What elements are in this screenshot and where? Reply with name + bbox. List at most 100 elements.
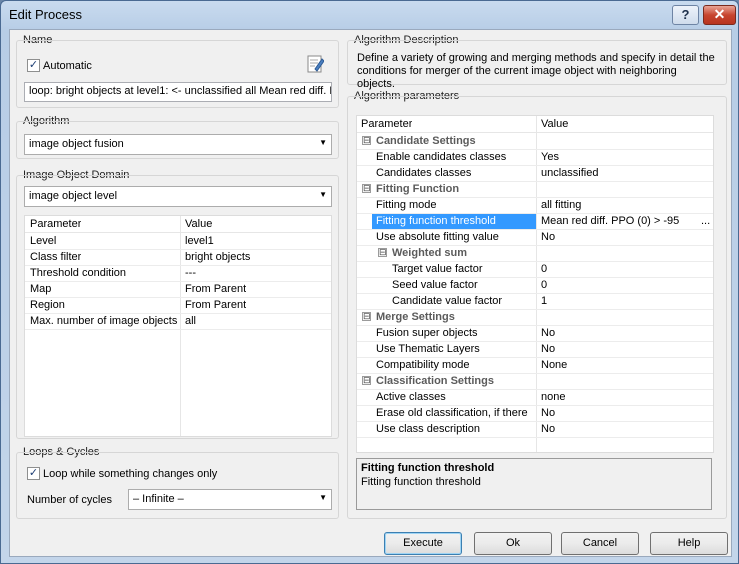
- row-parameter: Active classes: [376, 391, 446, 403]
- algorithm-description: Define a variety of growing and merging …: [357, 52, 715, 90]
- table-row[interactable]: Region From Parent: [25, 298, 331, 314]
- category-label: Candidate Settings: [376, 135, 476, 147]
- help-button[interactable]: Help: [650, 532, 728, 555]
- collapse-toggle-icon[interactable]: ⊟: [362, 376, 371, 385]
- parameter-row[interactable]: Use class description No: [357, 422, 713, 438]
- params-grid-header: Parameter Value: [357, 116, 713, 133]
- row-parameter: Candidates classes: [376, 167, 472, 179]
- close-button[interactable]: ✕: [703, 5, 736, 25]
- category-label: Classification Settings: [376, 375, 494, 387]
- row-parameter: Level: [30, 235, 57, 247]
- cancel-button[interactable]: Cancel: [561, 532, 639, 555]
- row-value: none: [541, 391, 566, 403]
- row-value: No: [541, 343, 556, 355]
- parameter-category[interactable]: ⊟ Classification Settings: [357, 374, 713, 390]
- row-parameter: Seed value factor: [392, 279, 478, 291]
- collapse-toggle-icon[interactable]: ⊟: [362, 184, 371, 193]
- table-row[interactable]: Threshold condition ---: [25, 266, 331, 282]
- parameter-row[interactable]: Compatibility mode None: [357, 358, 713, 374]
- parameter-row[interactable]: Use Thematic Layers No: [357, 342, 713, 358]
- table-row[interactable]: Max. number of image objects all: [25, 314, 331, 330]
- collapse-toggle-icon[interactable]: ⊟: [362, 312, 371, 321]
- domain-col-value: Value: [185, 218, 213, 230]
- row-value: No: [541, 407, 556, 419]
- parameter-row[interactable]: Seed value factor 0: [357, 278, 713, 294]
- parameter-category[interactable]: ⊟ Fitting Function: [357, 182, 713, 198]
- automatic-label: Automatic: [43, 60, 92, 72]
- row-parameter: Use Thematic Layers: [376, 343, 480, 355]
- parameter-row[interactable]: Active classes none: [357, 390, 713, 406]
- row-value: No: [541, 231, 556, 243]
- row-value: None: [541, 359, 568, 371]
- edit-name-icon[interactable]: [306, 55, 325, 73]
- collapse-toggle-icon[interactable]: ⊟: [378, 248, 387, 257]
- params-col-value: Value: [541, 118, 569, 130]
- execute-button[interactable]: Execute: [384, 532, 462, 555]
- help-panel-text: Fitting function threshold: [361, 476, 481, 488]
- algorithm-select-value: image object fusion: [29, 138, 124, 150]
- row-parameter: Fitting function threshold: [376, 215, 496, 227]
- row-value: From Parent: [185, 299, 247, 311]
- domain-parameter-grid: Parameter Value Level level1 Class filter b…: [24, 215, 332, 437]
- parameter-row[interactable]: Fitting mode all fitting: [357, 198, 713, 214]
- loop-checkbox[interactable]: ✓: [27, 467, 40, 480]
- row-value: No: [541, 327, 556, 339]
- row-parameter: Class filter: [30, 251, 82, 263]
- parameter-help-panel: Fitting function threshold Fitting funct…: [356, 458, 712, 510]
- parameter-category[interactable]: ⊟ Weighted sum: [357, 246, 713, 262]
- row-parameter: Candidate value factor: [392, 295, 503, 307]
- row-parameter: Enable candidates classes: [376, 151, 507, 163]
- row-value: bright objects: [185, 251, 251, 263]
- parameter-row[interactable]: Erase old classification, if there ... No: [357, 406, 713, 422]
- row-parameter: Max. number of image objects: [30, 315, 178, 327]
- chevron-down-icon: ▼: [319, 190, 327, 199]
- algorithm-parameter-grid: Parameter Value ⊟ Candidate Settings Enabl…: [356, 115, 714, 453]
- row-parameter: Region: [30, 299, 65, 311]
- domain-grid-header: Parameter Value: [25, 216, 331, 233]
- dialog-body: Name ✓ Automatic loop: bright objects at…: [9, 29, 732, 557]
- row-parameter: Fusion super objects: [376, 327, 478, 339]
- ok-button[interactable]: Ok: [474, 532, 552, 555]
- row-value: all fitting: [541, 199, 582, 211]
- row-parameter: Erase old classification, if there ...: [376, 407, 531, 419]
- ellipsis-button[interactable]: ...: [701, 215, 710, 227]
- table-row[interactable]: Class filter bright objects: [25, 250, 331, 266]
- row-value: Mean red diff. PPO (0) > -95: [541, 215, 680, 227]
- row-value: Yes: [541, 151, 559, 163]
- row-value: 1: [541, 295, 548, 307]
- chevron-down-icon: ▼: [319, 493, 327, 502]
- row-value: all: [185, 315, 197, 327]
- parameter-row[interactable]: Candidates classes unclassified: [357, 166, 713, 182]
- parameter-row[interactable]: ... Fitting function threshold Mean red di…: [357, 214, 713, 230]
- algorithm-select[interactable]: image object fusion ▼: [24, 134, 332, 155]
- row-value: unclassified: [541, 167, 599, 179]
- help-panel-title: Fitting function threshold: [361, 462, 495, 474]
- parameter-row[interactable]: Use absolute fitting value No: [357, 230, 713, 246]
- domain-col-parameter: Parameter: [30, 218, 82, 230]
- row-parameter: Target value factor: [392, 263, 483, 275]
- row-value: level1: [185, 235, 214, 247]
- parameter-category[interactable]: ⊟ Candidate Settings: [357, 134, 713, 150]
- parameter-row[interactable]: Target value factor 0: [357, 262, 713, 278]
- category-label: Weighted sum: [392, 247, 467, 259]
- parameter-category[interactable]: ⊟ Merge Settings: [357, 310, 713, 326]
- params-col-parameter: Parameter: [361, 118, 413, 130]
- domain-select[interactable]: image object level ▼: [24, 186, 332, 207]
- table-row[interactable]: Map From Parent: [25, 282, 331, 298]
- parameter-row[interactable]: Candidate value factor 1: [357, 294, 713, 310]
- parameter-row[interactable]: Enable candidates classes Yes: [357, 150, 713, 166]
- table-row[interactable]: Level level1: [25, 234, 331, 250]
- edit-process-window: Edit Process ? ✕ Name ✓ Automatic loop: …: [0, 0, 739, 564]
- cycles-select[interactable]: – Infinite – ▼: [128, 489, 332, 510]
- parameter-row[interactable]: Fusion super objects No: [357, 326, 713, 342]
- automatic-checkbox[interactable]: ✓: [27, 59, 40, 72]
- cycles-select-value: – Infinite –: [133, 493, 184, 505]
- domain-select-value: image object level: [29, 190, 118, 202]
- row-value: 0: [541, 279, 548, 291]
- chevron-down-icon: ▼: [319, 138, 327, 147]
- title-bar[interactable]: Edit Process ? ✕: [1, 1, 738, 29]
- help-title-button[interactable]: ?: [672, 5, 699, 25]
- process-name-field[interactable]: loop: bright objects at level1: <- uncla…: [24, 82, 332, 102]
- collapse-toggle-icon[interactable]: ⊟: [362, 136, 371, 145]
- category-label: Fitting Function: [376, 183, 460, 195]
